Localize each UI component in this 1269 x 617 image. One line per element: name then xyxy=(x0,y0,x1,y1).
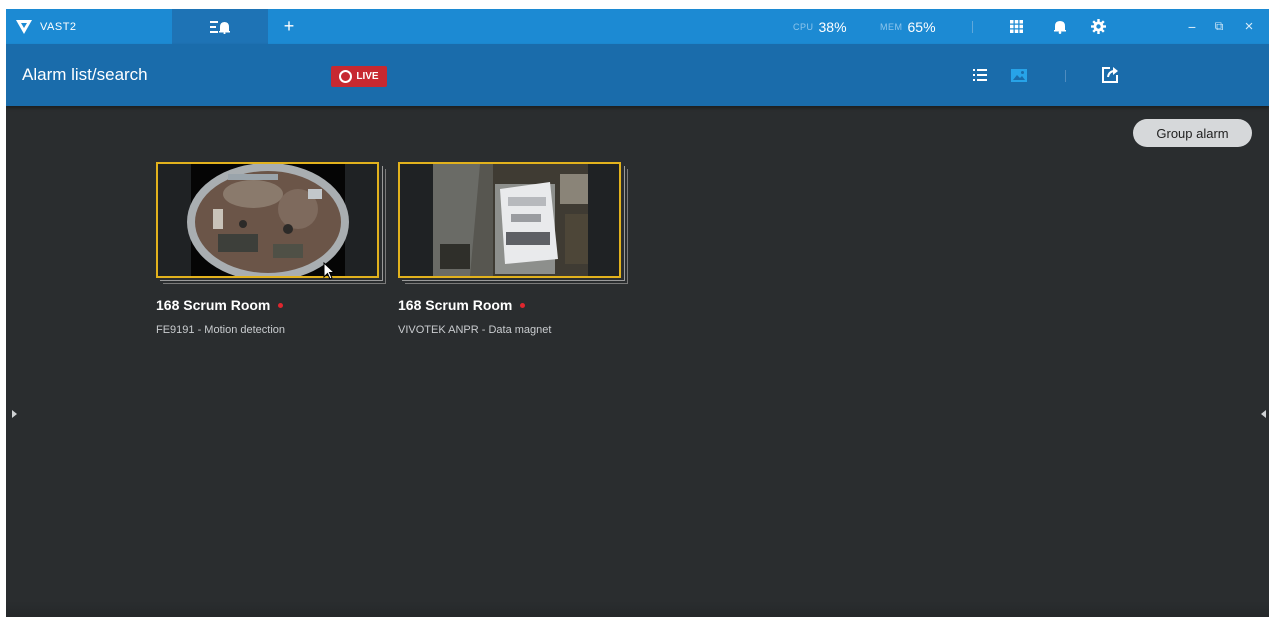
alarm-card[interactable]: 168 Scrum Room FE9191 - Motion detection xyxy=(156,162,386,342)
camera-name: 168 Scrum Room xyxy=(156,297,284,313)
list-view-icon[interactable] xyxy=(967,44,993,106)
divider xyxy=(972,21,973,33)
page-title: Alarm list/search xyxy=(22,65,148,84)
camera-name-text: 168 Scrum Room xyxy=(398,297,513,313)
mem-usage: MEM 65% xyxy=(880,9,936,44)
expand-left-panel-icon[interactable] xyxy=(9,407,19,421)
alarm-list-icon xyxy=(210,20,230,34)
fisheye-camera-image xyxy=(187,164,349,276)
cpu-label: CPU xyxy=(793,21,814,32)
alarm-description: FE9191 - Motion detection xyxy=(156,324,286,336)
app-name: VAST2 xyxy=(40,20,77,33)
alarm-thumbnail[interactable] xyxy=(156,162,379,278)
alarm-thumbnail[interactable] xyxy=(398,162,621,278)
toolbar: Alarm list/search LIVE xyxy=(6,44,1269,106)
alarm-description: VIVOTEK ANPR - Data magnet xyxy=(398,324,552,336)
cpu-value: 38% xyxy=(818,18,847,35)
live-button[interactable]: LIVE xyxy=(331,66,387,87)
export-icon[interactable] xyxy=(1097,44,1123,106)
close-button[interactable]: × xyxy=(1239,9,1259,44)
mem-label: MEM xyxy=(880,21,903,32)
alarm-status-dot-icon xyxy=(520,302,526,308)
alarm-card[interactable]: 168 Scrum Room VIVOTEK ANPR - Data magne… xyxy=(398,162,628,342)
license-plate-camera-image xyxy=(433,164,588,276)
mouse-cursor-icon xyxy=(323,262,335,280)
restore-button[interactable]: ⧉ xyxy=(1209,9,1229,44)
alarm-status-dot-icon xyxy=(278,302,284,308)
group-alarm-button[interactable]: Group alarm xyxy=(1133,119,1252,147)
title-bar: VAST2 + CPU 38% MEM 65% − ⧉ × xyxy=(6,9,1269,44)
camera-name: 168 Scrum Room xyxy=(398,297,526,313)
bell-icon[interactable] xyxy=(1049,9,1071,44)
tab-alarm-list[interactable] xyxy=(172,9,268,44)
cpu-usage: CPU 38% xyxy=(793,9,847,44)
mem-value: 65% xyxy=(907,18,936,35)
settings-icon[interactable] xyxy=(1087,9,1109,44)
live-record-icon xyxy=(339,70,353,83)
camera-name-text: 168 Scrum Room xyxy=(156,297,271,313)
add-tab-button[interactable]: + xyxy=(276,9,302,44)
thumbnail-view-icon[interactable] xyxy=(1006,44,1032,106)
live-label: LIVE xyxy=(356,71,379,82)
grid-icon[interactable] xyxy=(1005,9,1027,44)
toolbar-divider xyxy=(1065,70,1066,82)
app-brand[interactable]: VAST2 xyxy=(6,9,172,44)
expand-right-panel-icon[interactable] xyxy=(1258,407,1268,421)
vivotek-logo-icon xyxy=(16,19,32,34)
app-window: VAST2 + CPU 38% MEM 65% − ⧉ × Alarm list… xyxy=(6,9,1269,617)
minimize-button[interactable]: − xyxy=(1182,9,1202,44)
bottom-edge xyxy=(6,601,1269,617)
